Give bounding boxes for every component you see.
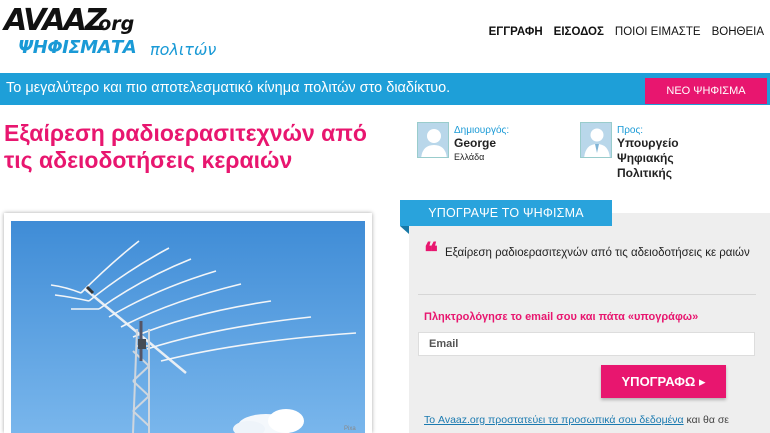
antenna-image <box>11 221 365 433</box>
logo-tagline-light: πολιτών <box>150 40 217 59</box>
petition-title: Εξαίρεση ραδιοερασιτεχνών από τις αδειοδ… <box>4 120 367 173</box>
official-silhouette-icon <box>581 123 611 157</box>
logo-tagline-bold: ΨΗΦΙΣΜΑΤΑ <box>18 37 137 58</box>
sign-petition-header: ΥΠΟΓΡΑΨΕ ΤΟ ΨΗΦΙΣΜΑ <box>400 200 612 226</box>
creator-name: George <box>454 136 497 150</box>
sign-button[interactable]: ΥΠΟΓΡΑΦΩ ▸ <box>601 365 726 398</box>
logo-tld: .org <box>91 13 135 35</box>
creator-label: Δημιουργός: <box>454 125 510 136</box>
photo-caption: Pixa <box>344 426 356 432</box>
privacy-notice: Το Avaaz.org προστατεύει τα προσωπικά σο… <box>424 414 769 426</box>
petition-photo-frame <box>4 213 372 433</box>
creator-location: Ελλάδα <box>454 152 485 162</box>
top-nav: ΕΓΓΡΑΦΗ ΕΙΣΟΔΟΣ ΠΟΙΟΙ ΕΙΜΑΣΤΕ ΒΟΗΘΕΙΑ <box>489 26 764 38</box>
target-avatar <box>580 122 612 158</box>
logo-wordmark: AVAAZ <box>4 3 107 38</box>
privacy-rest: και θα σε <box>683 414 729 426</box>
new-petition-button[interactable]: ΝΕΟ ΨΗΦΙΣΜΑ <box>645 78 767 104</box>
nav-help-link[interactable]: ΒΟΗΘΕΙΑ <box>712 26 764 38</box>
antenna-photo <box>11 221 365 433</box>
nav-about-link[interactable]: ΠΟΙΟΙ ΕΙΜΑΣΤΕ <box>615 26 701 38</box>
quote-icon: ❝ <box>424 238 438 268</box>
email-prompt: Πληκτρολόγησε το email σου και πάτα «υπο… <box>424 311 699 323</box>
tagline-text: Το μεγαλύτερο και πιο αποτελεσματικό κίν… <box>6 80 451 96</box>
creator-avatar <box>417 122 449 158</box>
divider <box>418 294 756 295</box>
target-name: Υπουργείο Ψηφιακής Πολιτικής <box>617 136 679 180</box>
ribbon-fold <box>400 226 409 234</box>
target-label: Προς: <box>617 125 644 136</box>
email-field[interactable] <box>418 332 755 356</box>
nav-login-link[interactable]: ΕΙΣΟΔΟΣ <box>554 26 604 38</box>
user-silhouette-icon <box>418 123 448 157</box>
petition-summary: Εξαίρεση ραδιοερασιτεχνών από τις αδειοδ… <box>445 247 750 259</box>
nav-register-link[interactable]: ΕΓΓΡΑΦΗ <box>489 26 543 38</box>
privacy-link[interactable]: Το Avaaz.org προστατεύει τα προσωπικά σο… <box>424 414 684 426</box>
avaaz-logo[interactable]: AVAAZ .org ΨΗΦΙΣΜΑΤΑ πολιτών <box>4 6 234 60</box>
